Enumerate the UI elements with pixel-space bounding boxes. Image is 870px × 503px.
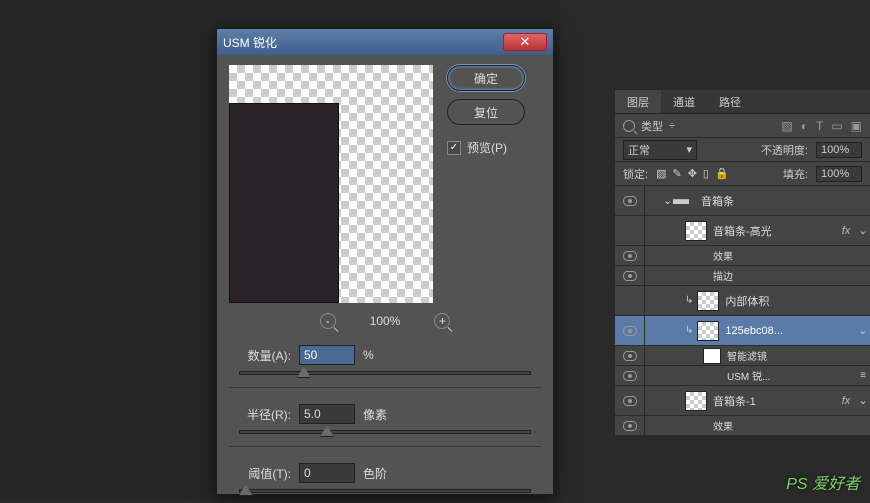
amount-unit: % [363,348,374,362]
opacity-input[interactable]: 100% [816,142,862,158]
amount-input[interactable] [299,345,355,365]
ok-button[interactable]: 确定 [447,65,525,91]
lock-pixels-icon[interactable]: ▧ [656,167,666,180]
tab-channels[interactable]: 通道 [661,90,707,113]
amount-label: 数量(A): [229,347,291,364]
fill-label: 填充: [783,166,808,182]
expand-icon[interactable]: ⌄ [856,394,870,407]
close-button[interactable]: ✕ [503,33,547,51]
filter-type-icon[interactable]: T [816,119,823,133]
layer-highlight-row[interactable]: 音箱条-高光 fx ⌄ [615,216,870,246]
threshold-slider[interactable] [239,489,531,493]
chevron-down-icon: ▾ [686,143,692,156]
visibility-icon[interactable] [623,351,637,361]
radius-unit: 像素 [363,406,387,423]
visibility-toggle[interactable] [615,216,645,245]
radius-slider[interactable] [239,430,531,434]
threshold-input[interactable] [299,463,355,483]
usm-sharpen-dialog: USM 锐化 ✕ 确定 复位 ✓ 预览(P) - 100% + 数量(A): [216,28,554,495]
clip-icon: ↳ [685,325,693,336]
dialog-titlebar[interactable]: USM 锐化 ✕ [217,29,553,55]
watermark: PS 爱好者 [786,470,860,494]
blend-mode-select[interactable]: 正常▾ [623,140,697,160]
preview-label: 预览(P) [467,139,507,156]
clip-icon: ↳ [685,295,693,306]
preview-area[interactable] [229,65,433,303]
visibility-icon[interactable] [623,196,637,206]
tab-paths[interactable]: 路径 [707,90,753,113]
lock-brush-icon[interactable]: ✎ [672,167,681,180]
preview-checkbox[interactable]: ✓ [447,141,461,155]
expand-icon[interactable]: ⌄ [856,224,870,237]
lock-label: 锁定: [623,166,648,182]
filter-icons[interactable]: ▧ ◐ T ▭ ▣ [781,119,862,133]
tab-layers[interactable]: 图层 [615,90,661,113]
radius-label: 半径(R): [229,406,291,423]
layer-stroke-row[interactable]: 描边 [615,266,870,286]
folder-icon: ▬ [673,191,695,211]
opacity-label: 不透明度: [761,142,808,158]
zoom-percentage: 100% [370,314,401,328]
dialog-title: USM 锐化 [223,34,503,51]
layer-thumb [697,321,719,341]
filter-smart-icon[interactable]: ▣ [851,119,862,133]
layer-thumb [697,291,719,311]
layer-group-row[interactable]: ⌄ ▬ 音箱条 [615,186,870,216]
mask-thumb [703,348,721,364]
expand-icon[interactable]: ⌄ [856,324,870,337]
twisty-icon[interactable]: ⌄ [663,194,673,207]
fx-badge[interactable]: fx [836,395,856,407]
visibility-icon[interactable] [623,421,637,431]
zoom-out-button[interactable]: - [320,313,336,329]
filter-image-icon[interactable]: ▧ [781,119,792,133]
preview-image [229,103,339,303]
filter-shape-icon[interactable]: ▭ [831,119,842,133]
lock-artboard-icon[interactable]: ▯ [703,167,709,180]
layer-effects-row[interactable]: 效果 [615,246,870,266]
layer-copy1-row[interactable]: 音箱条-1 fx ⌄ [615,386,870,416]
visibility-icon[interactable] [623,271,637,281]
layer-inner-volume-row[interactable]: ↳ 内部体积 [615,286,870,316]
visibility-icon[interactable] [623,371,637,381]
amount-slider[interactable] [239,371,531,375]
lock-position-icon[interactable]: ✥ [688,167,697,180]
dropdown-icon: ÷ [669,120,675,132]
threshold-label: 阈值(T): [229,465,291,482]
layers-panel: 图层 通道 路径 类型 ÷ ▧ ◐ T ▭ ▣ 正常▾ 不透明度: 100% 锁… [615,90,870,436]
reset-button[interactable]: 复位 [447,99,525,125]
visibility-icon[interactable] [623,326,637,336]
layer-effects-row-2[interactable]: 效果 [615,416,870,436]
layer-selected-row[interactable]: ↳ 125ebc08... ⌄ [615,316,870,346]
search-icon [623,120,635,132]
fx-badge[interactable]: fx [836,225,856,237]
zoom-in-button[interactable]: + [434,313,450,329]
fill-input[interactable]: 100% [816,166,862,182]
visibility-toggle[interactable] [615,286,645,315]
filter-options-icon[interactable]: ≡ [856,370,870,381]
lock-all-icon[interactable]: 🔒 [715,167,729,180]
layer-smart-filters-row[interactable]: 智能滤镜 [615,346,870,366]
layer-usm-filter-row[interactable]: USM 锐... ≡ [615,366,870,386]
radius-input[interactable] [299,404,355,424]
visibility-icon[interactable] [623,396,637,406]
filter-adjust-icon[interactable]: ◐ [801,119,808,133]
filter-label[interactable]: 类型 [641,118,663,134]
visibility-icon[interactable] [623,251,637,261]
threshold-unit: 色阶 [363,465,387,482]
layer-thumb [685,221,707,241]
layer-thumb [685,391,707,411]
